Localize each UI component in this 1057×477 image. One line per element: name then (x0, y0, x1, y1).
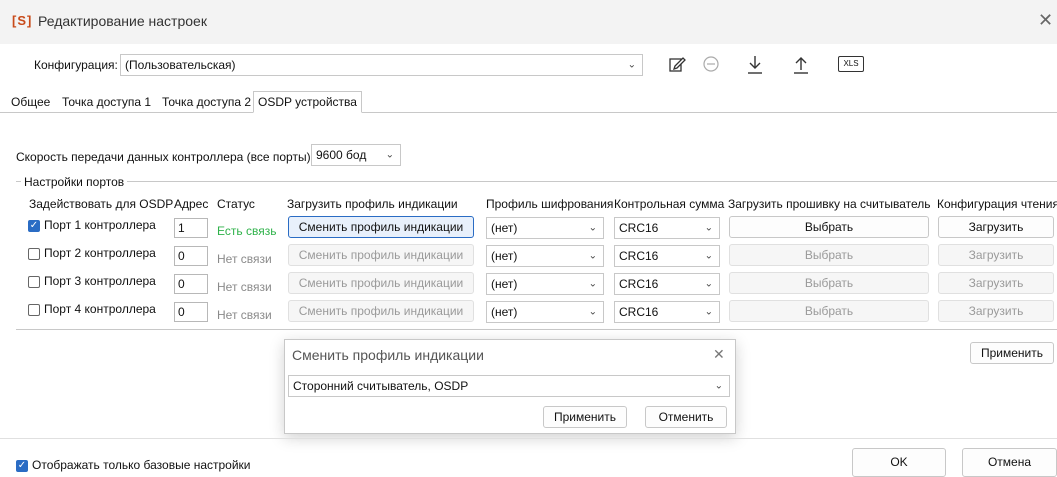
ports-group-title: Настройки портов (21, 175, 128, 189)
port-1-label: Порт 1 контроллера (44, 218, 156, 232)
dialog-close-icon[interactable]: ✕ (713, 346, 725, 363)
chevron-down-icon: ⌄ (588, 250, 597, 262)
port-4-firmware-button[interactable]: Выбрать (729, 300, 929, 322)
port-4-checksum-select[interactable]: CRC16 ⌄ (614, 301, 720, 323)
header-read-config: Конфигурация чтения (937, 197, 1057, 211)
port-3-encryption-value: (нет) (491, 277, 518, 291)
port-3-encryption-select[interactable]: (нет) ⌄ (486, 273, 604, 295)
port-4-encryption-value: (нет) (491, 305, 518, 319)
chevron-down-icon: ⌄ (704, 278, 713, 290)
port-1-address-input[interactable]: 1 (174, 218, 208, 238)
download-icon[interactable] (744, 54, 766, 76)
port-3-checksum-select[interactable]: CRC16 ⌄ (614, 273, 720, 295)
tab-general[interactable]: Общее (6, 91, 55, 113)
port-1-encryption-value: (нет) (491, 221, 518, 235)
port-1-encryption-select[interactable]: (нет) ⌄ (486, 217, 604, 239)
tab-access-point-1[interactable]: Точка доступа 1 (57, 91, 156, 113)
speed-value: 9600 бод (316, 148, 367, 162)
chevron-down-icon: ⌄ (704, 250, 713, 262)
port-4-encryption-select[interactable]: (нет) ⌄ (486, 301, 604, 323)
port-4-address-input[interactable]: 0 (174, 302, 208, 322)
port-2-change-profile-button[interactable]: Сменить профиль индикации (288, 244, 474, 266)
minus-circle-icon[interactable] (700, 54, 722, 76)
chevron-down-icon: ⌄ (588, 278, 597, 290)
window-title: Редактирование настроек (38, 13, 207, 29)
speed-label: Скорость передачи данных контроллера (вс… (16, 150, 314, 164)
chevron-down-icon: ⌄ (627, 59, 636, 71)
window-close-icon[interactable]: ✕ (1038, 10, 1053, 31)
app-logo: [S] (12, 13, 33, 28)
upload-icon[interactable] (790, 54, 812, 76)
config-select[interactable]: (Пользовательская) ⌄ (120, 54, 643, 76)
port-2-checksum-value: CRC16 (619, 249, 659, 263)
header-checksum: Контрольная сумма (614, 197, 725, 211)
port-3-address-input[interactable]: 0 (174, 274, 208, 294)
port-4-status: Нет связи (217, 308, 272, 322)
change-profile-dialog: Сменить профиль индикации ✕ Сторонний сч… (284, 339, 736, 434)
chevron-down-icon: ⌄ (588, 222, 597, 234)
xls-icon[interactable]: XLS (838, 56, 864, 72)
port-1-read-config-button[interactable]: Загрузить (938, 216, 1054, 238)
edit-icon[interactable] (666, 54, 688, 76)
dialog-apply-button[interactable]: Применить (543, 406, 627, 428)
header-encryption-profile: Профиль шифрования (486, 197, 614, 211)
dialog-title: Сменить профиль индикации (292, 347, 484, 363)
chevron-down-icon: ⌄ (588, 306, 597, 318)
port-2-address-input[interactable]: 0 (174, 246, 208, 266)
port-2-encryption-select[interactable]: (нет) ⌄ (486, 245, 604, 267)
header-indication-profile: Загрузить профиль индикации (287, 197, 458, 211)
tab-osdp-devices[interactable]: OSDP устройства (253, 91, 362, 113)
port-1-checksum-select[interactable]: CRC16 ⌄ (614, 217, 720, 239)
port-3-change-profile-button[interactable]: Сменить профиль индикации (288, 272, 474, 294)
footer-divider (0, 438, 1057, 439)
header-firmware: Загрузить прошивку на считыватель (728, 197, 931, 211)
chevron-down-icon: ⌄ (704, 306, 713, 318)
port-4-change-profile-button[interactable]: Сменить профиль индикации (288, 300, 474, 322)
port-3-status: Нет связи (217, 280, 272, 294)
port-2-label: Порт 2 контроллера (44, 246, 156, 260)
port-1-checksum-value: CRC16 (619, 221, 659, 235)
header-enable-osdp: Задействовать для OSDP (29, 197, 174, 211)
speed-select[interactable]: 9600 бод ⌄ (311, 144, 401, 166)
header-status: Статус (217, 197, 255, 211)
ports-group-border (16, 181, 1057, 182)
apply-button[interactable]: Применить (970, 342, 1054, 364)
cancel-button[interactable]: Отмена (962, 448, 1057, 477)
ports-group-bottom-border (16, 329, 1057, 330)
chevron-down-icon: ⌄ (714, 380, 723, 392)
port-4-checkbox[interactable] (28, 304, 40, 316)
basic-only-label: Отображать только базовые настройки (32, 458, 251, 472)
dialog-profile-value: Сторонний считыватель, OSDP (293, 379, 469, 393)
port-2-checkbox[interactable] (28, 248, 40, 260)
dialog-profile-select[interactable]: Сторонний считыватель, OSDP ⌄ (288, 375, 730, 397)
port-4-read-config-button[interactable]: Загрузить (938, 300, 1054, 322)
header-address: Адрес (174, 197, 209, 211)
chevron-down-icon: ⌄ (704, 222, 713, 234)
port-2-status: Нет связи (217, 252, 272, 266)
port-3-firmware-button[interactable]: Выбрать (729, 272, 929, 294)
port-2-encryption-value: (нет) (491, 249, 518, 263)
port-2-checksum-select[interactable]: CRC16 ⌄ (614, 245, 720, 267)
port-4-label: Порт 4 контроллера (44, 302, 156, 316)
port-3-read-config-button[interactable]: Загрузить (938, 272, 1054, 294)
port-1-change-profile-button[interactable]: Сменить профиль индикации (288, 216, 474, 238)
config-label: Конфигурация: (34, 58, 118, 72)
ok-button[interactable]: OK (852, 448, 946, 477)
config-value: (Пользовательская) (125, 58, 236, 72)
port-2-firmware-button[interactable]: Выбрать (729, 244, 929, 266)
port-2-read-config-button[interactable]: Загрузить (938, 244, 1054, 266)
port-3-label: Порт 3 контроллера (44, 274, 156, 288)
chevron-down-icon: ⌄ (385, 149, 394, 161)
dialog-cancel-button[interactable]: Отменить (645, 406, 727, 428)
port-3-checksum-value: CRC16 (619, 277, 659, 291)
basic-only-checkbox[interactable]: ✓ (16, 460, 28, 472)
port-1-status: Есть связь (217, 224, 277, 238)
port-3-checkbox[interactable] (28, 276, 40, 288)
port-4-checksum-value: CRC16 (619, 305, 659, 319)
port-1-firmware-button[interactable]: Выбрать (729, 216, 929, 238)
port-1-checkbox[interactable]: ✓ (28, 220, 40, 232)
tab-access-point-2[interactable]: Точка доступа 2 (157, 91, 256, 113)
